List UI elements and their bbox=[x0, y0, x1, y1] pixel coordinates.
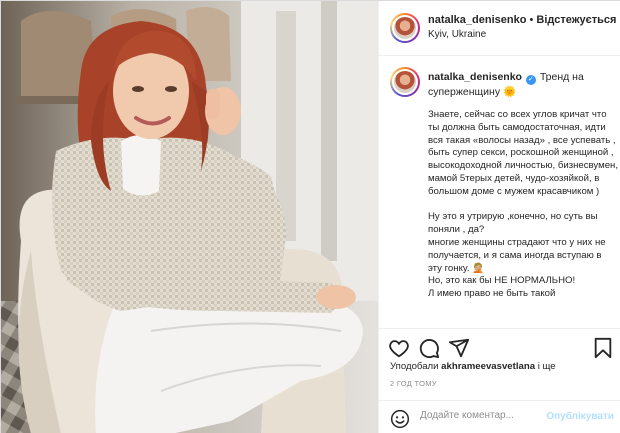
post-sidebar: natalka_denisenko • Відстежується Kyiv, … bbox=[378, 1, 620, 433]
caption-paragraph: Ну это я утрирую ,конечно, но суть вы по… bbox=[428, 211, 606, 300]
likes-user-link[interactable]: akhrameevasvetlana bbox=[441, 361, 535, 372]
verified-badge-icon: ✓ bbox=[525, 75, 536, 85]
caption-avatar-image bbox=[392, 69, 418, 95]
post-photo-image bbox=[1, 1, 378, 433]
caption-avatar[interactable] bbox=[390, 67, 420, 97]
post-timestamp[interactable]: 2 ГОД ТОМУ bbox=[390, 379, 437, 388]
instagram-post: natalka_denisenko • Відстежується Kyiv, … bbox=[0, 0, 620, 433]
heart-icon[interactable] bbox=[388, 337, 410, 359]
paper-plane-icon[interactable] bbox=[448, 337, 470, 359]
add-comment-bar: Опублікувати bbox=[379, 400, 620, 433]
avatar-image bbox=[392, 15, 418, 41]
comment-icon[interactable] bbox=[418, 337, 440, 359]
location-link[interactable]: Kyiv, Ukraine bbox=[428, 29, 486, 40]
bookmark-icon[interactable] bbox=[592, 337, 614, 359]
avatar[interactable] bbox=[390, 13, 420, 43]
likes-suffix[interactable]: і ще bbox=[535, 361, 556, 372]
post-header: natalka_denisenko • Відстежується Kyiv, … bbox=[379, 1, 620, 56]
likes-prefix: Уподобали bbox=[390, 361, 442, 372]
caption-text: Знаете, сейчас со всех углов кричат что … bbox=[428, 109, 618, 314]
post-photo[interactable] bbox=[1, 1, 378, 433]
caption-username[interactable]: natalka_denisenko bbox=[428, 71, 522, 83]
likes-line: Уподобали akhrameevasvetlana і ще bbox=[390, 361, 556, 372]
comment-input[interactable] bbox=[420, 410, 560, 421]
header-user-line: natalka_denisenko • Відстежується bbox=[428, 14, 616, 26]
header-separator: • bbox=[526, 14, 537, 26]
caption-paragraph: Знаете, сейчас со всех углов кричат что … bbox=[428, 109, 619, 197]
caption-header: natalka_denisenko ✓ Тренд на суперженщин… bbox=[428, 70, 613, 100]
action-bar bbox=[379, 328, 620, 364]
sun-emoji: 🌞 bbox=[503, 86, 517, 98]
caption-section: natalka_denisenko ✓ Тренд на суперженщин… bbox=[379, 57, 620, 327]
publish-button[interactable]: Опублікувати bbox=[546, 411, 614, 422]
header-username[interactable]: natalka_denisenko bbox=[428, 14, 526, 26]
smiley-icon[interactable] bbox=[390, 409, 410, 429]
following-button[interactable]: Відстежується bbox=[536, 14, 616, 26]
